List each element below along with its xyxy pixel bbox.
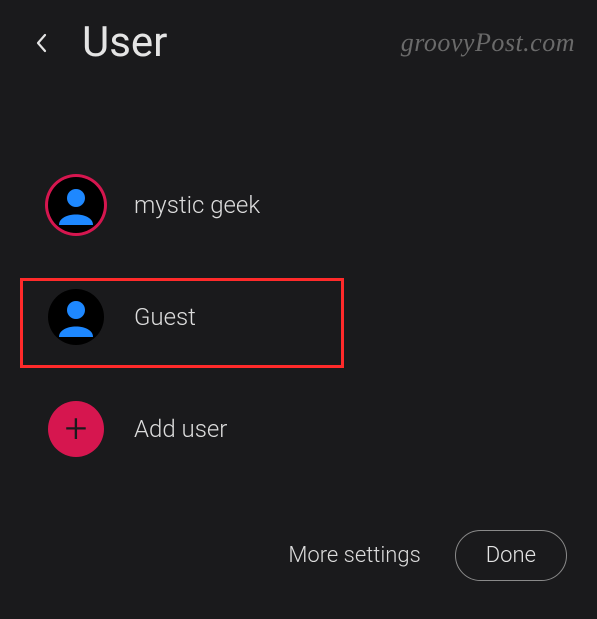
- user-label: Add user: [134, 415, 227, 443]
- page-title: User: [82, 18, 167, 67]
- user-row-guest[interactable]: Guest: [48, 275, 577, 359]
- person-icon: [54, 295, 98, 339]
- more-settings-link[interactable]: More settings: [288, 543, 420, 568]
- user-list: mystic geek Guest + Add user: [0, 163, 597, 471]
- back-button[interactable]: [30, 31, 54, 55]
- done-button[interactable]: Done: [455, 530, 567, 581]
- user-label: mystic geek: [134, 191, 260, 219]
- user-row-add[interactable]: + Add user: [48, 387, 577, 471]
- watermark: groovyPost.com: [401, 28, 575, 58]
- person-icon: [54, 183, 98, 227]
- chevron-left-icon: [35, 32, 49, 54]
- avatar-selected: [48, 177, 104, 233]
- user-label: Guest: [134, 303, 196, 331]
- footer: More settings Done: [288, 530, 567, 581]
- plus-icon: +: [65, 409, 88, 449]
- avatar-guest: [48, 289, 104, 345]
- user-row-current[interactable]: mystic geek: [48, 163, 577, 247]
- add-user-circle: +: [48, 401, 104, 457]
